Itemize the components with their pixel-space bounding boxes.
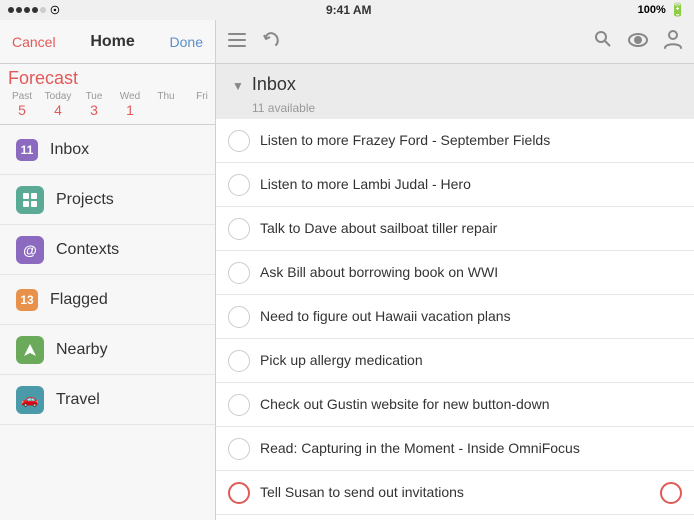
task-item[interactable]: Pick up allergy medication bbox=[216, 339, 694, 383]
sidebar-item-flagged[interactable]: 13 Flagged bbox=[0, 275, 215, 325]
sidebar-item-nearby[interactable]: Nearby bbox=[0, 325, 215, 375]
profile-icon[interactable] bbox=[664, 29, 682, 54]
task-text: Read: Capturing in the Moment - Inside O… bbox=[260, 429, 682, 467]
task-text: Pick up allergy medication bbox=[260, 341, 682, 379]
contexts-icon: @ bbox=[16, 236, 44, 264]
task-circle[interactable] bbox=[228, 438, 250, 460]
task-text: Listen to more Lambi Judal - Hero bbox=[260, 165, 682, 203]
sidebar-nav: 11 Inbox Projects @ Contexts bbox=[0, 125, 215, 520]
task-item[interactable]: Talk to Dave about sailboat tiller repai… bbox=[216, 207, 694, 251]
projects-icon bbox=[16, 186, 44, 214]
inbox-title: Inbox bbox=[252, 74, 296, 95]
forecast-days: Past 5 Today 4 Tue 3 Wed 1 Thu bbox=[8, 91, 207, 118]
sidebar-item-flagged-label: Flagged bbox=[50, 291, 108, 309]
sidebar-item-projects-label: Projects bbox=[56, 191, 114, 209]
task-item[interactable]: Check out Gustin website for new button-… bbox=[216, 383, 694, 427]
forecast-day-thu: Thu bbox=[152, 91, 180, 118]
main-layout: Cancel Home Done Forecast Past 5 Today 4… bbox=[0, 20, 694, 520]
sidebar-item-travel-label: Travel bbox=[56, 391, 100, 409]
right-panel: ▼ Inbox 11 available Listen to more Fraz… bbox=[216, 20, 694, 520]
task-item[interactable]: Listen to more Lambi Judal - Hero bbox=[216, 163, 694, 207]
sidebar-item-travel[interactable]: 🚗 Travel bbox=[0, 375, 215, 425]
task-text: Check out Gustin website for new button-… bbox=[260, 385, 682, 423]
wifi-icon: ☉ bbox=[50, 4, 60, 17]
task-text: Need to figure out Hawaii vacation plans bbox=[260, 297, 682, 335]
task-list: Listen to more Frazey Ford - September F… bbox=[216, 119, 694, 520]
task-item[interactable]: Read: Capturing in the Moment - Inside O… bbox=[216, 427, 694, 471]
task-text: Ask Bill about borrowing book on WWI bbox=[260, 253, 682, 291]
sidebar: Cancel Home Done Forecast Past 5 Today 4… bbox=[0, 20, 216, 520]
status-right: 100% 🔋 bbox=[638, 2, 686, 18]
task-text: Tell Susan to send out invitations bbox=[260, 473, 652, 511]
task-circle[interactable] bbox=[228, 394, 250, 416]
sidebar-item-inbox[interactable]: 11 Inbox bbox=[0, 125, 215, 175]
task-item-deferred-wrap[interactable]: Unsubscribe from PB mailings Deferred un… bbox=[216, 515, 694, 520]
flagged-badge: 13 bbox=[16, 289, 38, 311]
toolbar-left bbox=[228, 30, 282, 53]
task-item[interactable]: Unsubscribe from PB mailings bbox=[216, 515, 694, 520]
task-circle[interactable] bbox=[228, 130, 250, 152]
inbox-count: 11 available bbox=[216, 101, 694, 119]
sidebar-item-contexts-label: Contexts bbox=[56, 241, 119, 259]
home-title: Home bbox=[90, 33, 134, 51]
task-item[interactable]: Tell Susan to send out invitations bbox=[216, 471, 694, 515]
forecast-day-today: Today 4 bbox=[44, 91, 72, 118]
task-circle[interactable] bbox=[228, 174, 250, 196]
forecast-title: Forecast bbox=[8, 68, 207, 89]
forecast-strip[interactable]: Forecast Past 5 Today 4 Tue 3 Wed 1 bbox=[0, 64, 215, 125]
eye-icon[interactable] bbox=[628, 31, 648, 52]
forecast-day-fri: Fri bbox=[188, 91, 216, 118]
active-circle-indicator bbox=[660, 482, 682, 504]
cancel-button[interactable]: Cancel bbox=[12, 34, 56, 50]
task-circle[interactable] bbox=[228, 306, 250, 328]
sidebar-header: Cancel Home Done bbox=[0, 20, 215, 64]
inbox-badge: 11 bbox=[16, 139, 38, 161]
inbox-header: ▼ Inbox bbox=[216, 64, 694, 99]
done-button[interactable]: Done bbox=[170, 34, 203, 50]
battery-text: 100% bbox=[638, 4, 666, 16]
task-item[interactable]: Listen to more Frazey Ford - September F… bbox=[216, 119, 694, 163]
status-bar: ☉ 9:41 AM 100% 🔋 bbox=[0, 0, 694, 20]
search-icon[interactable] bbox=[594, 30, 612, 53]
task-item[interactable]: Ask Bill about borrowing book on WWI bbox=[216, 251, 694, 295]
forecast-day-wed: Wed 1 bbox=[116, 91, 144, 118]
undo-icon[interactable] bbox=[262, 30, 282, 53]
task-circle[interactable] bbox=[228, 350, 250, 372]
toolbar-right bbox=[594, 29, 682, 54]
task-circle[interactable] bbox=[228, 262, 250, 284]
task-text: Talk to Dave about sailboat tiller repai… bbox=[260, 209, 682, 247]
sidebar-item-projects[interactable]: Projects bbox=[0, 175, 215, 225]
task-circle-active[interactable] bbox=[228, 482, 250, 504]
task-circle[interactable] bbox=[228, 218, 250, 240]
task-item[interactable]: Need to figure out Hawaii vacation plans bbox=[216, 295, 694, 339]
sidebar-item-nearby-label: Nearby bbox=[56, 341, 108, 359]
status-time: 9:41 AM bbox=[326, 3, 372, 17]
forecast-day-past: Past 5 bbox=[8, 91, 36, 118]
inbox-content[interactable]: ▼ Inbox 11 available Listen to more Fraz… bbox=[216, 64, 694, 520]
status-left: ☉ bbox=[8, 4, 60, 17]
signal-icon bbox=[8, 7, 46, 13]
sidebar-item-inbox-label: Inbox bbox=[50, 141, 89, 159]
task-text: Listen to more Frazey Ford - September F… bbox=[260, 121, 682, 159]
battery-icon: 🔋 bbox=[670, 2, 686, 18]
travel-icon: 🚗 bbox=[16, 386, 44, 414]
forecast-day-tue: Tue 3 bbox=[80, 91, 108, 118]
inbox-triangle: ▼ bbox=[232, 79, 244, 93]
nearby-icon bbox=[16, 336, 44, 364]
sidebar-item-contexts[interactable]: @ Contexts bbox=[0, 225, 215, 275]
right-toolbar bbox=[216, 20, 694, 64]
menu-icon[interactable] bbox=[228, 31, 246, 52]
